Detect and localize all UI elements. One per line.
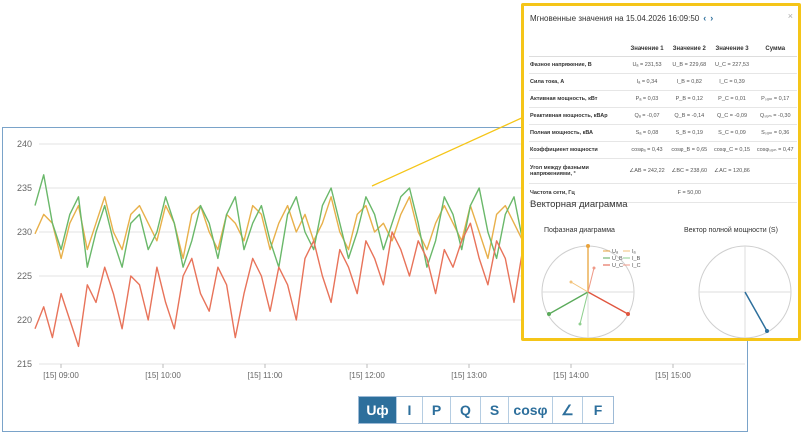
y-tick-label: 225 [17,271,32,281]
vector-uc [587,291,629,315]
x-tick-label: [15] 12:00 [349,371,385,380]
vector-ub [548,291,589,315]
y-tick-label: 215 [17,359,32,369]
x-tick-label: [15] 14:00 [553,371,589,380]
power-vector-diagram [698,245,792,338]
metric-button-1[interactable]: I [397,397,423,423]
vector-ub-tip [547,312,551,316]
legend-ib: I_B [632,256,641,262]
phase-legend: Uₐ Iₐ U_B I_B U_C I_C [603,249,641,269]
legend-ub: U_B [612,256,623,262]
legend-ic: I_C [632,263,641,269]
instant-values-popup: Мгновенные значения на 15.04.2026 16:09:… [521,3,801,341]
metric-button-4[interactable]: S [481,397,509,423]
vector-ic [587,267,595,293]
y-tick-label: 220 [17,315,32,325]
metric-button-3[interactable]: Q [451,397,481,423]
vector-ua-tip [586,244,590,248]
y-tick-label: 235 [17,183,32,193]
x-tick-label: [15] 15:00 [655,371,691,380]
y-tick-label: 240 [17,139,32,149]
x-tick-label: [15] 10:00 [145,371,181,380]
power-vector-tip [765,329,769,333]
vector-ia [570,281,589,293]
metric-button-2[interactable]: P [423,397,451,423]
legend-ia: Iₐ [632,249,637,255]
vector-ib [579,291,589,325]
metric-button-0[interactable]: Uф [359,397,397,423]
x-tick-label: [15] 09:00 [43,371,79,380]
y-tick-label: 230 [17,227,32,237]
metric-button-7[interactable]: F [583,397,613,423]
legend-ua: Uₐ [612,249,619,255]
metric-toolbar: Uф I P Q Scosφ ∠ F [358,396,614,424]
vector-diagrams: Uₐ Iₐ U_B I_B U_C I_C [541,244,792,338]
vector-ic-tip [592,266,596,270]
power-vector [744,291,768,332]
x-tick-label: [15] 13:00 [451,371,487,380]
vector-uc-tip [626,312,630,316]
metric-button-6[interactable]: ∠ [553,397,583,423]
vector-ib-tip [578,322,582,326]
metric-button-5[interactable]: cosφ [509,397,553,423]
x-tick-label: [15] 11:00 [248,371,284,380]
vector-ia-tip [569,280,573,284]
legend-uc: U_C [612,263,623,269]
